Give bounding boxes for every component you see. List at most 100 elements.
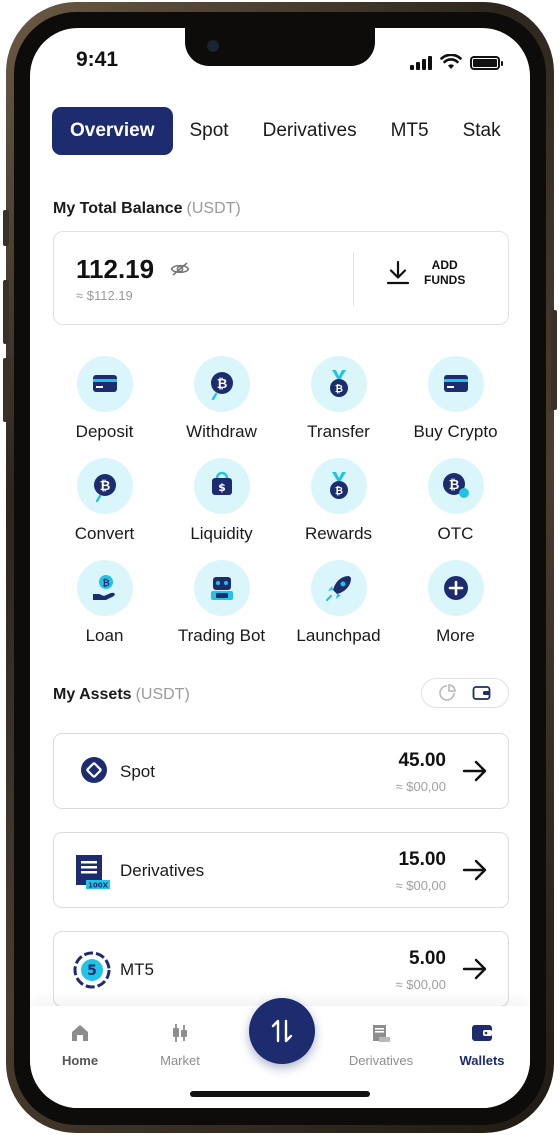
action-loan-label: Loan [85, 626, 124, 645]
home-indicator [190, 1091, 370, 1097]
action-otc[interactable]: ₿ OTC [395, 458, 516, 544]
asset-card-spot[interactable]: Spot 45.00 ≈ $00,00 [53, 733, 509, 809]
status-time: 9:41 [76, 48, 119, 71]
action-loan[interactable]: ₿ Loan [44, 560, 165, 646]
action-convert[interactable]: ₿ Convert [44, 458, 165, 544]
action-liquidity[interactable]: $ Liquidity [161, 458, 282, 544]
card-icon [427, 356, 484, 412]
action-more[interactable]: More [395, 560, 516, 646]
camera-notch [185, 28, 375, 66]
swap-arrows-icon [271, 1019, 293, 1043]
bitcoin-convert-icon: ₿ [76, 458, 133, 514]
bitcoin-out-icon: ₿ [193, 356, 250, 412]
asset-value: 45.00 [398, 750, 446, 771]
medal-icon: ₿ [310, 356, 367, 412]
pie-chart-icon[interactable] [438, 684, 456, 702]
robot-icon [193, 560, 250, 616]
svg-text:₿: ₿ [216, 377, 227, 392]
tab-mt5[interactable]: MT5 [374, 107, 446, 155]
action-launchpad[interactable]: Launchpad [278, 560, 399, 646]
phone-power-button [551, 310, 557, 410]
action-rewards[interactable]: ₿ Rewards [278, 458, 399, 544]
svg-text:₿: ₿ [99, 479, 110, 494]
assets-view-toggle[interactable] [421, 678, 509, 708]
wifi-icon [440, 54, 462, 69]
derivatives-logo-text: 100X [88, 882, 109, 890]
asset-card-derivatives[interactable]: 100X Derivatives 15.00 ≈ $00,00 [53, 832, 509, 908]
arrow-right-icon[interactable] [462, 957, 488, 981]
nav-market-label: Market [160, 1053, 200, 1068]
home-icon [72, 1025, 88, 1041]
action-deposit[interactable]: Deposit [44, 356, 165, 442]
action-buy-crypto-label: Buy Crypto [413, 422, 498, 441]
asset-name: Spot [120, 762, 155, 781]
bag-dollar-icon: $ [193, 458, 250, 514]
svg-text:$: $ [218, 481, 226, 494]
arrow-right-icon[interactable] [462, 759, 488, 783]
trade-fab-button[interactable] [249, 998, 315, 1064]
hide-balance-eye-icon[interactable] [170, 261, 190, 277]
phone-silent-switch [3, 210, 9, 246]
action-liquidity-label: Liquidity [190, 524, 253, 543]
action-buy-crypto[interactable]: Buy Crypto [395, 356, 516, 442]
candlestick-icon [173, 1024, 187, 1042]
my-assets-label: My Assets [53, 686, 132, 703]
asset-usd-approx: ≈ $00,00 [395, 878, 446, 893]
card-icon [76, 356, 133, 412]
phone-volume-up [3, 280, 9, 344]
asset-name: MT5 [120, 960, 154, 979]
action-launchpad-label: Launchpad [296, 626, 381, 645]
app-screen: 9:41 Overview Spot Derivatives MT5 Stak … [30, 28, 530, 1108]
add-funds-line1: ADD [431, 258, 458, 272]
add-funds-button[interactable]: ADD FUNDS [386, 258, 465, 288]
bitcoin-otc-icon: ₿ [427, 458, 484, 514]
action-trading-bot[interactable]: Trading Bot [161, 560, 282, 646]
nav-derivatives-label: Derivatives [348, 1053, 414, 1068]
derivatives-logo-icon: 100X [76, 855, 110, 890]
nav-wallets[interactable]: Wallets [442, 1022, 522, 1068]
tab-derivatives[interactable]: Derivatives [246, 107, 374, 155]
action-rewards-label: Rewards [304, 524, 373, 543]
add-funds-line2: FUNDS [424, 273, 466, 287]
tab-staking[interactable]: Stak [446, 107, 518, 155]
mt5-logo-text: 5 [87, 963, 97, 979]
plus-icon [427, 560, 484, 616]
wallet-icon[interactable] [472, 684, 492, 702]
hand-coin-icon: ₿ [76, 560, 133, 616]
asset-card-mt5[interactable]: 5 MT5 5.00 ≈ $00,00 [53, 931, 509, 1007]
add-funds-label: ADD FUNDS [424, 258, 465, 288]
asset-value: 5.00 [409, 948, 446, 969]
action-transfer-label: Transfer [307, 422, 370, 441]
svg-text:₿: ₿ [102, 578, 109, 589]
my-assets-unit: (USDT) [135, 686, 190, 703]
tab-spot[interactable]: Spot [173, 107, 246, 155]
balance-amount: 112.19 [76, 254, 155, 284]
action-deposit-label: Deposit [75, 422, 134, 441]
action-convert-label: Convert [74, 524, 135, 543]
battery-icon [470, 56, 503, 70]
asset-usd-approx: ≈ $00,00 [395, 977, 446, 992]
nav-derivatives[interactable]: Derivatives [341, 1022, 421, 1068]
total-balance-title: My Total Balance (USDT) [53, 200, 241, 218]
action-withdraw[interactable]: ₿ Withdraw [161, 356, 282, 442]
nav-wallets-label: Wallets [459, 1053, 505, 1068]
action-more-label: More [436, 626, 475, 645]
svg-text:₿: ₿ [448, 478, 459, 493]
wallet-icon [472, 1025, 492, 1041]
svg-text:₿: ₿ [334, 383, 342, 395]
nav-market[interactable]: Market [140, 1022, 220, 1068]
svg-text:₿: ₿ [334, 485, 342, 497]
action-transfer[interactable]: ₿ Transfer [278, 356, 399, 442]
wallet-tabs: Overview Spot Derivatives MT5 Stak [52, 106, 530, 156]
tab-overview[interactable]: Overview [52, 107, 173, 155]
action-otc-label: OTC [437, 524, 474, 543]
arrow-right-icon[interactable] [462, 858, 488, 882]
download-icon [386, 260, 410, 285]
nav-home-label: Home [61, 1053, 99, 1068]
status-icons [410, 54, 503, 70]
my-assets-title: My Assets (USDT) [53, 686, 190, 704]
cellular-signal-icon [410, 56, 432, 70]
nav-home[interactable]: Home [40, 1022, 120, 1068]
balance-card: 112.19 ≈ $112.19 ADD FUNDS [53, 231, 509, 325]
derivatives-icon [373, 1025, 390, 1042]
